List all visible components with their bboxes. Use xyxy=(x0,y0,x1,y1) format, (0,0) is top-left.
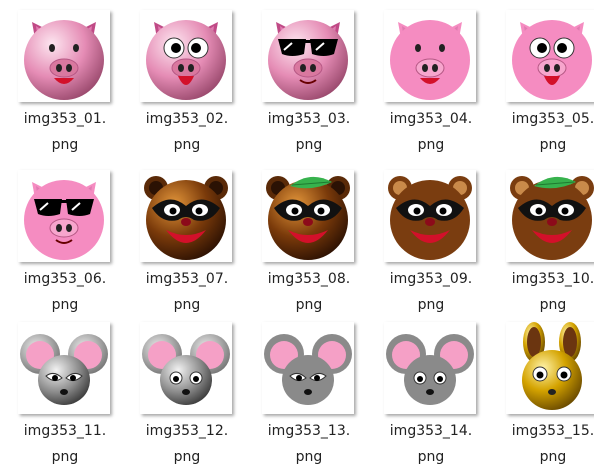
file-name-base: img353_11. xyxy=(23,423,107,439)
file-grid: img353_01.png img353_02.png img353_03.pn… xyxy=(0,0,594,465)
file-item[interactable]: img353_14.png xyxy=(378,312,496,465)
file-name-extension: png xyxy=(539,449,567,465)
file-thumbnail[interactable] xyxy=(262,322,354,414)
file-item[interactable]: img353_01.png xyxy=(12,0,130,153)
pig-face-icon xyxy=(24,20,104,100)
file-name-label: img353_12.png xyxy=(128,418,246,470)
file-name-extension: png xyxy=(51,137,79,153)
file-name-label: img353_01.png xyxy=(6,106,124,158)
file-name-label: img353_14.png xyxy=(372,418,490,470)
file-item[interactable]: img353_03.png xyxy=(256,0,374,153)
file-item[interactable]: img353_13.png xyxy=(256,312,374,465)
file-name-extension: png xyxy=(173,137,201,153)
file-name-base: img353_15. xyxy=(511,423,594,439)
file-name-base: img353_01. xyxy=(23,111,107,127)
file-thumbnail[interactable] xyxy=(506,10,594,102)
file-thumbnail[interactable] xyxy=(384,322,476,414)
file-item[interactable]: img353_06. png xyxy=(12,160,130,313)
file-name-extension: png xyxy=(417,449,445,465)
file-name-base: img353_10. xyxy=(511,271,594,287)
file-item[interactable]: img353_12.png xyxy=(134,312,252,465)
file-item[interactable]: img353_05.png xyxy=(500,0,594,153)
tanuki-face-icon xyxy=(388,176,472,260)
file-name-base: img353_04. xyxy=(389,111,473,127)
file-name-label: img353_03.png xyxy=(250,106,368,158)
pig-face-icon xyxy=(512,20,592,100)
file-name-base: img353_13. xyxy=(267,423,351,439)
file-thumbnail[interactable] xyxy=(506,170,594,262)
pig-face-icon xyxy=(268,20,348,100)
file-name-label: img353_05.png xyxy=(494,106,594,158)
file-thumbnail[interactable] xyxy=(262,10,354,102)
file-name-label: img353_09. png xyxy=(372,266,490,318)
file-thumbnail[interactable] xyxy=(18,170,110,262)
file-thumbnail[interactable] xyxy=(140,10,232,102)
file-name-label: img353_15.png xyxy=(494,418,594,470)
file-name-base: img353_07. xyxy=(145,271,229,287)
tanuki-face-icon xyxy=(266,176,350,260)
file-item[interactable]: img353_02.png xyxy=(134,0,252,153)
file-thumbnail[interactable] xyxy=(384,10,476,102)
file-name-extension: png xyxy=(51,449,79,465)
file-name-base: img353_09. xyxy=(389,271,473,287)
file-name-label: img353_08. png xyxy=(250,266,368,318)
pig-face-icon xyxy=(24,180,104,260)
mouse-face-icon xyxy=(264,334,352,405)
file-name-label: img353_04.png xyxy=(372,106,490,158)
file-thumbnail[interactable] xyxy=(506,322,594,414)
file-name-base: img353_08. xyxy=(267,271,351,287)
file-name-base: img353_02. xyxy=(145,111,229,127)
file-name-label: img353_07. png xyxy=(128,266,246,318)
pig-face-icon xyxy=(146,20,226,100)
file-thumbnail[interactable] xyxy=(140,322,232,414)
mouse-face-icon xyxy=(20,334,108,405)
file-item[interactable]: img353_10. png xyxy=(500,160,594,313)
file-name-base: img353_12. xyxy=(145,423,229,439)
file-name-label: img353_11.png xyxy=(6,418,124,470)
pig-face-icon xyxy=(390,20,470,100)
file-thumbnail[interactable] xyxy=(18,10,110,102)
file-name-label: img353_02.png xyxy=(128,106,246,158)
mouse-face-icon xyxy=(386,334,474,405)
file-name-base: img353_05. xyxy=(511,111,594,127)
file-item[interactable]: img353_04.png xyxy=(378,0,496,153)
file-thumbnail[interactable] xyxy=(262,170,354,262)
gold-rabbit-face-icon xyxy=(522,322,582,410)
file-name-base: img353_14. xyxy=(389,423,473,439)
file-name-base: img353_03. xyxy=(267,111,351,127)
file-name-extension: png xyxy=(295,449,323,465)
file-name-label: img353_10. png xyxy=(494,266,594,318)
file-thumbnail[interactable] xyxy=(384,170,476,262)
file-item[interactable]: img353_11.png xyxy=(12,312,130,465)
file-item[interactable]: img353_07. png xyxy=(134,160,252,313)
mouse-face-icon xyxy=(142,334,230,405)
file-name-label: img353_06. png xyxy=(6,266,124,318)
file-name-label: img353_13.png xyxy=(250,418,368,470)
file-item[interactable]: img353_08. png xyxy=(256,160,374,313)
tanuki-face-icon xyxy=(144,176,228,260)
file-name-extension: png xyxy=(417,137,445,153)
file-name-base: img353_06. xyxy=(23,271,107,287)
file-item[interactable]: img353_15.png xyxy=(500,312,594,465)
tanuki-face-icon xyxy=(510,176,594,260)
file-item[interactable]: img353_09. png xyxy=(378,160,496,313)
file-name-extension: png xyxy=(539,137,567,153)
file-name-extension: png xyxy=(295,137,323,153)
file-name-extension: png xyxy=(173,449,201,465)
file-thumbnail[interactable] xyxy=(140,170,232,262)
file-thumbnail[interactable] xyxy=(18,322,110,414)
